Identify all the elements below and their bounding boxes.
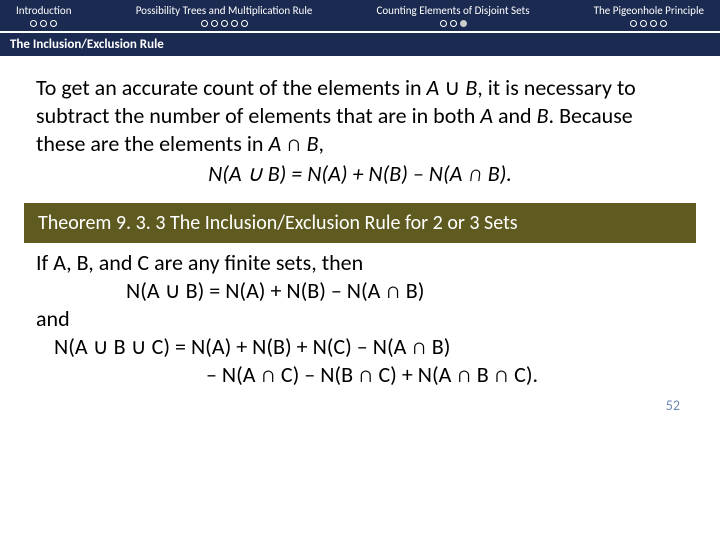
equation-text: N(A ∪ B) = N(A) + N(B) – N(A ∩ B) (126, 277, 424, 304)
nav-title: The Pigeonhole Principle (594, 4, 704, 17)
progress-dots (594, 20, 704, 27)
nav-title: Introduction (16, 4, 72, 17)
var-A: A (427, 74, 440, 101)
theorem-label: Theorem 9. 3. 3 The Inclusion/Exclusion … (38, 211, 518, 235)
var-B: B (307, 130, 319, 157)
dot-icon (40, 20, 47, 27)
dot-icon (30, 20, 37, 27)
nav-item-possibility-trees[interactable]: Possibility Trees and Multiplication Rul… (132, 2, 317, 29)
section-title: The Inclusion/Exclusion Rule (10, 37, 164, 52)
page-number: 52 (0, 397, 720, 414)
dot-icon (211, 20, 218, 27)
var-A: A (53, 249, 66, 276)
var-B: B (77, 249, 89, 276)
text: , (66, 249, 76, 276)
dot-icon (201, 20, 208, 27)
dot-icon (630, 20, 637, 27)
equation-text: N(A ∪ B ∪ C) = N(A) + N(B) + N(C) – N(A … (54, 333, 450, 360)
nav-title: Counting Elements of Disjoint Sets (377, 4, 530, 17)
main-paragraph: To get an accurate count of the elements… (0, 56, 720, 199)
equation-text: N(A ∪ B) = N(A) + N(B) – N(A ∩ B). (208, 160, 512, 187)
text: , and (88, 249, 137, 276)
text: and (493, 102, 537, 129)
progress-dots (16, 20, 72, 27)
dot-icon (640, 20, 647, 27)
var-B: B (465, 74, 477, 101)
nav-title: Possibility Trees and Multiplication Rul… (136, 4, 313, 17)
dot-icon (440, 20, 447, 27)
equation-3b: – N(A ∩ C) – N(B ∩ C) + N(A ∩ B ∩ C). (36, 361, 684, 389)
equation-text: – N(A ∩ C) – N(B ∩ C) + N(A ∩ B ∩ C). (206, 361, 538, 388)
dot-icon (241, 20, 248, 27)
var-C: C (137, 249, 149, 276)
dot-icon (221, 20, 228, 27)
dot-icon-current (460, 20, 467, 27)
text: , (319, 130, 325, 157)
theorem-header: Theorem 9. 3. 3 The Inclusion/Exclusion … (24, 203, 696, 243)
nav-item-counting-disjoint[interactable]: Counting Elements of Disjoint Sets (373, 2, 534, 29)
equation-3a: N(A ∪ B ∪ C) = N(A) + N(B) + N(C) – N(A … (36, 333, 684, 361)
nav-item-introduction[interactable]: Introduction (12, 2, 76, 29)
dot-icon (650, 20, 657, 27)
section-title-bar: The Inclusion/Exclusion Rule (0, 31, 720, 56)
var-A: A (268, 130, 281, 157)
text: If (36, 249, 53, 276)
and-label: and (36, 305, 684, 333)
text: ∩ (281, 130, 306, 157)
dot-icon (50, 20, 57, 27)
theorem-body: If A, B, and C are any finite sets, then… (0, 243, 720, 392)
nav-item-pigeonhole[interactable]: The Pigeonhole Principle (590, 2, 708, 29)
dot-icon (660, 20, 667, 27)
var-A: A (480, 102, 493, 129)
dot-icon (450, 20, 457, 27)
var-B: B (537, 102, 549, 129)
progress-dots (377, 20, 530, 27)
equation-2: N(A ∪ B) = N(A) + N(B) – N(A ∩ B) (36, 277, 684, 305)
dot-icon (231, 20, 238, 27)
text: are any finite sets, then (149, 249, 363, 276)
nav-bar: Introduction Possibility Trees and Multi… (0, 0, 720, 31)
text: To get an accurate count of the elements… (36, 74, 427, 101)
equation-1: N(A ∪ B) = N(A) + N(B) – N(A ∩ B). (36, 160, 684, 188)
progress-dots (136, 20, 313, 27)
text: ∪ (439, 74, 465, 101)
